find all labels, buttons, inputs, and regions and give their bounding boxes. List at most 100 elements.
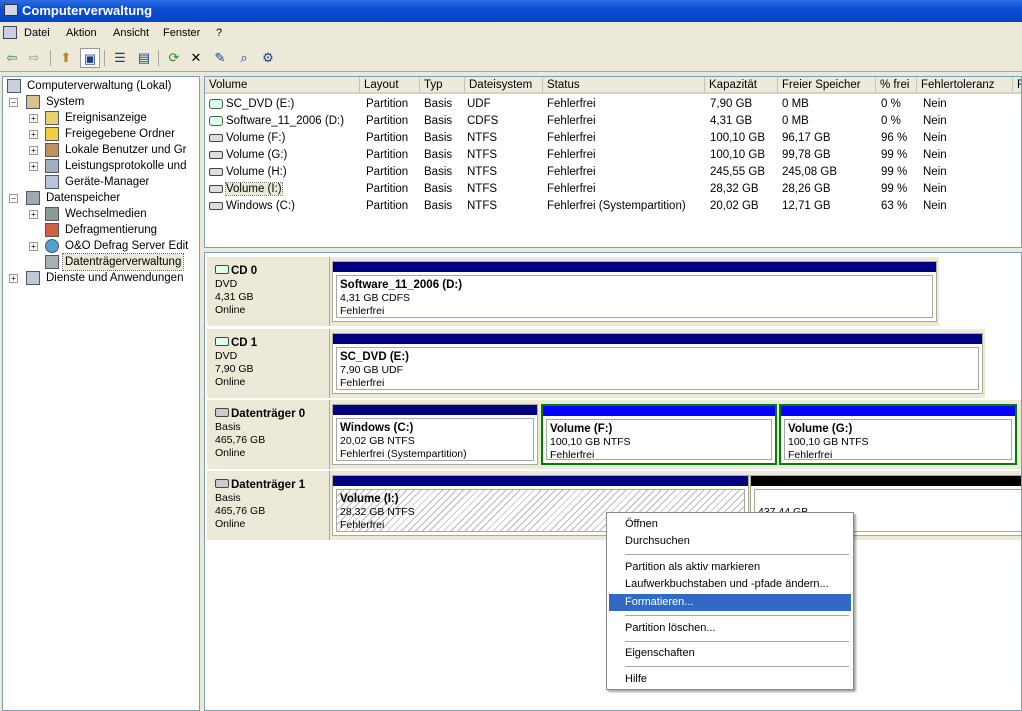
table-cell: CDFS [467,115,499,127]
table-cell: Fehlerfrei (Systempartition) [547,200,686,212]
table-row[interactable]: SC_DVD (E:) Partition Basis UDF Fehlerfrei 7,… [205,96,1021,113]
partition-info: Software_11_2006 (D:) 4,31 GB CDFS Fehlerf… [336,275,933,318]
disk-state: Online [215,376,246,388]
table-row[interactable]: Volume (I:) Partition Basis NTFS Fehlerfrei 2… [205,181,1021,198]
table-cell: NTFS [467,200,498,212]
column-header[interactable]: % frei [876,77,917,94]
table-row[interactable]: Volume (G:) Partition Basis NTFS Fehlerfrei 1… [205,147,1021,164]
action-pane-icon[interactable]: ▤ [134,48,154,68]
table-cell: 245,08 GB [782,166,837,178]
system-menu-icon[interactable] [3,26,17,39]
window-title: Computerverwaltung [22,3,153,18]
table-cell: NTFS [467,132,498,144]
partition-block[interactable]: Windows (C:) 20,02 GB NTFS Fehlerfrei (Sys… [332,404,538,465]
menu-item-durchsuchen[interactable]: Durchsuchen [609,533,851,550]
cd-drive-icon [209,98,223,109]
disk-label[interactable]: Datenträger 0 Basis 465,76 GB Online [207,400,330,469]
column-header[interactable]: Status [543,77,705,94]
shared-folder-icon [45,127,59,141]
column-header[interactable]: Layout [360,77,420,94]
collapse-icon[interactable]: − [9,98,18,107]
disk-size: 4,31 GB [215,291,254,303]
table-cell: Nein [923,149,947,161]
table-row[interactable]: Volume (F:) Partition Basis NTFS Fehlerfrei 1… [205,130,1021,147]
column-header[interactable]: R [1013,77,1021,94]
table-cell: Software_11_2006 (D:) [226,115,345,127]
users-icon [45,143,59,157]
partition-title: Volume (F:) [550,423,613,435]
partition-block[interactable]: Software_11_2006 (D:) 4,31 GB CDFS Fehlerf… [332,261,937,322]
menu-item-partition-aktiv[interactable]: Partition als aktiv markieren [609,559,851,576]
expand-icon[interactable]: + [9,274,18,283]
column-header[interactable]: Typ [420,77,465,94]
table-cell: Fehlerfrei [547,183,596,195]
menu-fenster[interactable]: Fenster [163,22,200,44]
table-row[interactable]: Volume (H:) Partition Basis NTFS Fehlerfrei 2… [205,164,1021,181]
disk-label[interactable]: Datenträger 1 Basis 465,76 GB Online [207,471,330,540]
menu-item-oeffnen[interactable]: Öffnen [609,516,851,533]
performance-logs-icon [45,159,59,173]
disk-row[interactable]: Datenträger 0 Basis 465,76 GB Online Windows… [207,400,1021,469]
column-header[interactable]: Fehlertoleranz [917,77,1013,94]
column-header[interactable]: Freier Speicher [778,77,876,94]
table-cell: SC_DVD (E:) [226,98,295,110]
table-cell: 0 MB [782,115,809,127]
partition-title: Windows (C:) [340,422,414,434]
forward-icon[interactable]: ⇨ [24,48,44,68]
show-hide-tree-icon[interactable]: ▣ [80,48,100,68]
disk-row[interactable]: CD 0 DVD 4,31 GB Online Software_11_2006 (D:… [207,257,939,326]
column-header[interactable]: Volume [205,77,360,94]
expand-icon[interactable]: + [29,242,38,251]
partition-info: Volume (F:) 100,10 GB NTFS Fehlerfrei [546,419,772,460]
menu-item-formatieren[interactable]: Formatieren... [609,594,851,611]
table-cell: 96,17 GB [782,132,831,144]
menu-item-partition-loeschen[interactable]: Partition löschen... [609,620,851,637]
table-row[interactable]: Windows (C:) Partition Basis NTFS Fehlerfrei… [205,198,1021,215]
check-icon[interactable]: ✎ [210,48,230,68]
volume-icon [209,201,223,210]
partition-header-bar [333,262,936,272]
menu-datei[interactable]: Datei [24,22,50,44]
partition-status: Fehlerfrei [340,305,385,317]
tree-label: Leistungsprotokolle und [65,160,187,172]
find-icon[interactable]: ⌕ [234,48,254,68]
delete-icon[interactable]: ✕ [186,48,206,68]
table-cell: NTFS [467,166,498,178]
expand-icon[interactable]: + [29,162,38,171]
menu-item-hilfe[interactable]: Hilfe [609,671,851,688]
properties-icon[interactable]: ☰ [110,48,130,68]
table-cell: 28,32 GB [710,183,759,195]
menu-aktion[interactable]: Aktion [66,22,97,44]
disk-type: DVD [215,350,238,362]
refresh-icon[interactable]: ⟳ [164,48,184,68]
menu-separator [625,554,849,555]
settings-icon[interactable]: ⚙ [258,48,278,68]
expand-icon[interactable]: + [29,130,38,139]
table-cell: 99 % [881,166,908,178]
table-row[interactable]: Software_11_2006 (D:) Partition Basis CDFS F… [205,113,1021,130]
collapse-icon[interactable]: − [9,194,18,203]
menu-item-eigenschaften[interactable]: Eigenschaften [609,645,851,662]
disk-name: Datenträger 1 [231,479,306,491]
disk-row[interactable]: CD 1 DVD 7,90 GB Online SC_DVD (E:) 7,90 GB U… [207,329,985,398]
expand-icon[interactable]: + [29,114,38,123]
up-folder-icon[interactable]: ⬆ [56,48,76,68]
partition-block[interactable]: Volume (F:) 100,10 GB NTFS Fehlerfrei [541,404,777,465]
table-cell-volume: Volume (G:) [209,147,359,164]
back-icon[interactable]: ⇦ [2,48,22,68]
column-header[interactable]: Kapazität [705,77,778,94]
tree-label: System [46,96,85,108]
column-header[interactable]: Dateisystem [465,77,543,94]
menu-help[interactable]: ? [216,22,222,44]
menu-item-laufwerkbuchstaben[interactable]: Laufwerkbuchstaben und -pfade ändern... [609,576,851,593]
expand-icon[interactable]: + [29,146,38,155]
menu-ansicht[interactable]: Ansicht [113,22,149,44]
table-cell: 20,02 GB [710,200,759,212]
disk-label[interactable]: CD 1 DVD 7,90 GB Online [207,329,330,398]
partition-block[interactable]: Volume (G:) 100,10 GB NTFS Fehlerfrei [779,404,1017,465]
partition-block[interactable]: SC_DVD (E:) 7,90 GB UDF Fehlerfrei [332,333,983,394]
disk-label[interactable]: CD 0 DVD 4,31 GB Online [207,257,330,326]
partition-size: 100,10 GB NTFS [788,436,869,448]
table-cell: Partition [366,200,409,212]
expand-icon[interactable]: + [29,210,38,219]
